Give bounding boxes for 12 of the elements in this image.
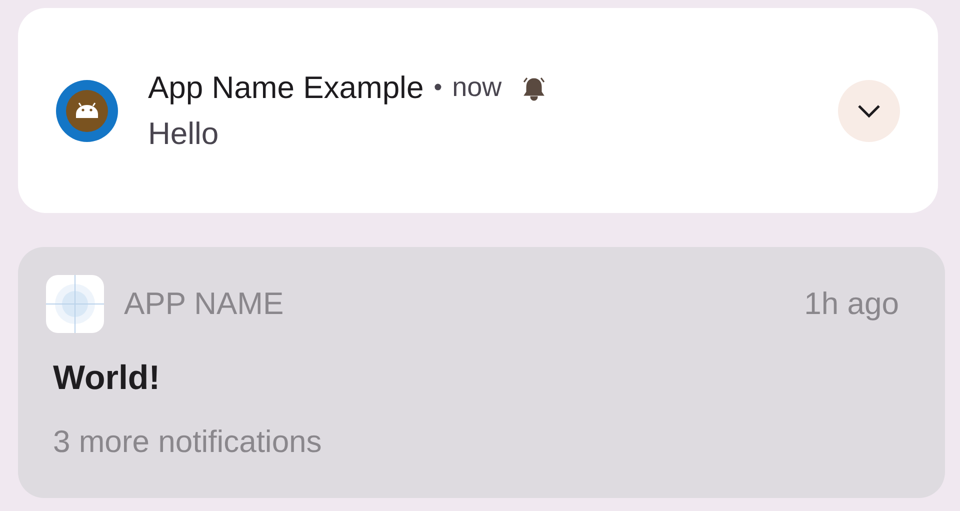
timestamp: 1h ago — [804, 286, 899, 322]
android-app-icon — [56, 80, 118, 142]
more-notifications-text: 3 more notifications — [53, 424, 323, 460]
notification-title: World! — [53, 359, 162, 398]
timestamp: now — [452, 72, 502, 103]
separator-dot: • — [434, 74, 442, 102]
app-name: App Name Example — [148, 70, 424, 106]
notification-stack[interactable]: APP NAME 1h ago World! 3 more notifications — [18, 247, 945, 498]
app-icon — [46, 275, 104, 333]
notification-card[interactable]: App Name Example • now Hello — [18, 8, 938, 213]
app-name: APP NAME — [124, 286, 285, 322]
notification-title: Hello — [148, 116, 220, 152]
